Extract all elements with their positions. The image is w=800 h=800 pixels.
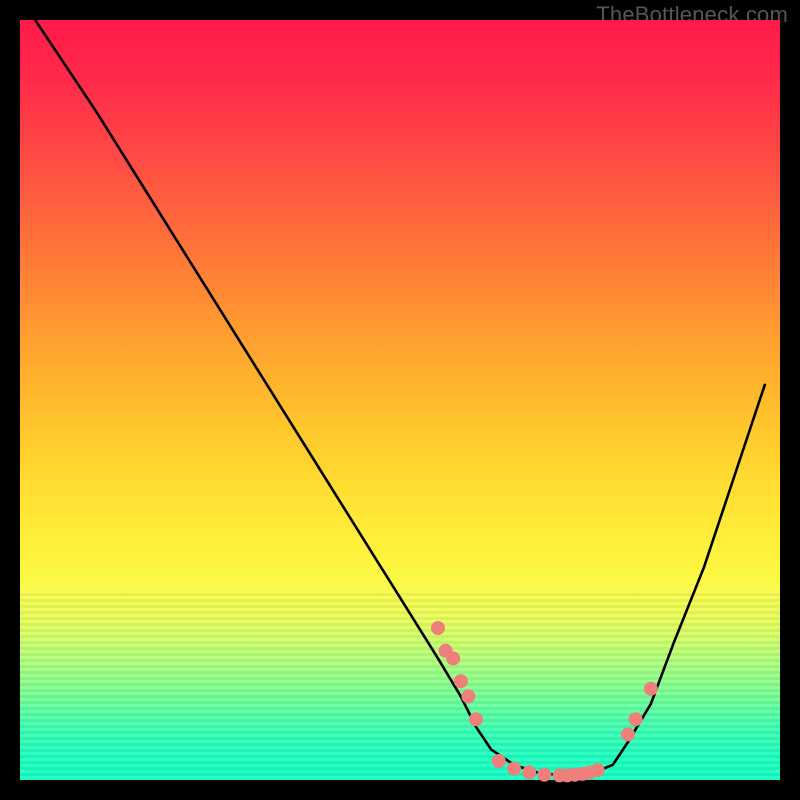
data-marker: [591, 763, 605, 777]
data-marker: [446, 651, 460, 665]
data-marker: [492, 754, 506, 768]
curve-layer: [20, 20, 780, 780]
plot-area: [20, 20, 780, 780]
marker-group: [431, 621, 658, 782]
chart-frame: TheBottleneck.com: [0, 0, 800, 800]
data-marker: [461, 689, 475, 703]
data-marker: [537, 768, 551, 782]
data-marker: [621, 727, 635, 741]
data-marker: [522, 765, 536, 779]
data-marker: [469, 712, 483, 726]
data-marker: [629, 712, 643, 726]
data-marker: [454, 674, 468, 688]
data-marker: [644, 682, 658, 696]
data-marker: [507, 762, 521, 776]
bottleneck-curve: [35, 20, 765, 776]
data-marker: [431, 621, 445, 635]
